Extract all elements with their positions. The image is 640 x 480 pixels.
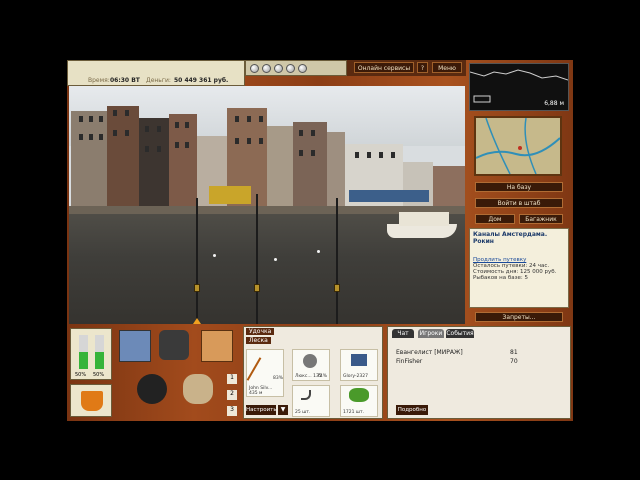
players-list: Евангелист [МИРАЖ] 81 FinFisher 70 (396, 349, 566, 367)
truck (209, 186, 251, 204)
to-base-button[interactable]: На базу (475, 182, 563, 192)
tackle-box-icon[interactable] (119, 330, 151, 362)
reel-icon (334, 284, 340, 292)
bait-icon (349, 388, 369, 402)
fishing-scene[interactable] (69, 86, 465, 324)
bait-ball-icon[interactable] (262, 64, 271, 73)
menu-button[interactable]: Меню (432, 62, 462, 73)
page-2-button[interactable]: 2 (227, 390, 237, 400)
list-item[interactable]: FinFisher 70 (396, 358, 566, 367)
right-gauge-bar (95, 335, 104, 369)
bait-ball-icon[interactable] (298, 64, 307, 73)
fish-bucket[interactable] (70, 384, 112, 417)
hook-icon (301, 390, 311, 400)
fishing-rod-2[interactable] (256, 194, 258, 324)
location-title: Каналы Амстердама. Рокин (473, 231, 548, 245)
bait-ball-icon[interactable] (274, 64, 283, 73)
left-gauge-fill (79, 352, 88, 369)
setup-button[interactable]: Настроить (246, 405, 277, 415)
boat (387, 224, 457, 238)
bottom-panel: 50% 50% 1 2 3 Удочка Леска 83% John Silv… (67, 324, 573, 421)
building (267, 126, 293, 206)
fishing-rod-1[interactable] (196, 198, 198, 324)
notebook-icon[interactable] (201, 330, 233, 362)
lure-icon (351, 354, 367, 366)
building (169, 114, 197, 206)
list-item[interactable]: Евангелист [МИРАЖ] 81 (396, 349, 566, 358)
reel-icon (254, 284, 260, 292)
tab-players[interactable]: Игроки (418, 329, 444, 338)
bans-button[interactable]: Запреты... (475, 312, 563, 322)
fishing-rod-3[interactable] (336, 198, 338, 324)
tram (349, 190, 429, 202)
building (107, 106, 139, 206)
location-info: Каналы Амстердама. Рокин Продлить путевк… (469, 228, 569, 308)
tab-rod[interactable]: Удочка (246, 328, 275, 335)
right-gauge-fill (95, 352, 104, 369)
bucket-icon (81, 391, 103, 411)
reel-icon (194, 284, 200, 292)
rod-tension-gauge: 50% 50% (70, 328, 112, 380)
boat-cabin (399, 212, 449, 226)
echo-sounder: 6,88 м (469, 63, 569, 111)
location-map[interactable] (474, 116, 562, 176)
time-label: Время: (88, 77, 110, 84)
tab-chat[interactable]: Чат (392, 329, 414, 338)
money-value: 50 449 361 руб. (174, 77, 229, 84)
map-canals-icon (475, 117, 561, 175)
anglers-count: Рыбаков на базе: 5 (473, 275, 528, 281)
right-gauge-value: 50% (93, 372, 105, 378)
reel-icon (303, 354, 317, 368)
help-button[interactable]: ? (417, 62, 428, 73)
enter-hq-button[interactable]: Войти в штаб (475, 198, 563, 208)
money-label: Деньги: (146, 77, 171, 84)
online-services-button[interactable]: Онлайн сервисы (354, 62, 414, 73)
building (327, 132, 345, 206)
tackle-panel: Удочка Леска 83% John Silv... 435 м Люкс… (243, 326, 383, 419)
more-button[interactable]: Подробно (396, 405, 428, 415)
tab-events[interactable]: События (446, 329, 474, 338)
bait-bag-icon[interactable] (183, 374, 213, 404)
bait-slots (245, 60, 347, 76)
bait-slot[interactable]: 1721 шт. (340, 385, 378, 417)
hook-slot[interactable]: 25 шт. (292, 385, 330, 417)
bait-ball-icon[interactable] (286, 64, 295, 73)
building (433, 166, 465, 206)
luggage-button[interactable]: Багажник (519, 214, 563, 224)
left-gauge-bar (79, 335, 88, 369)
left-gauge-value: 50% (75, 372, 87, 378)
lure-slot[interactable]: Glory-2327 (340, 349, 378, 381)
float-marker[interactable] (213, 254, 216, 257)
rod-slot[interactable]: 83% John Silv... 435 м (246, 349, 284, 397)
dropdown-arrow-icon[interactable]: ▼ (278, 405, 288, 415)
right-panel: 6,88 м На базу Войти в штаб Дом Багажник… (465, 60, 573, 324)
top-menu: Онлайн сервисы ? Меню (347, 60, 466, 76)
backpack-icon[interactable] (159, 330, 189, 360)
time-value: 06:30 ВТ (110, 77, 140, 84)
float-marker[interactable] (274, 258, 277, 261)
rod-icon (246, 357, 262, 381)
page-1-button[interactable]: 1 (227, 374, 237, 384)
building (139, 118, 169, 206)
reel-slot[interactable]: Люкс... 135 74% (292, 349, 330, 381)
page-3-button[interactable]: 3 (227, 406, 237, 416)
bait-ball-icon[interactable] (250, 64, 259, 73)
chat-panel: Чат Игроки События Евангелист [МИРАЖ] 81… (387, 326, 571, 419)
cauldron-icon[interactable] (137, 374, 167, 404)
depth-readout: 6,88 м (544, 100, 564, 107)
home-button[interactable]: Дом (475, 214, 515, 224)
status-panel: Время: 06:30 ВТ Деньги: 50 449 361 руб. (67, 60, 245, 86)
tab-line[interactable]: Леска (246, 337, 271, 344)
inventory: 1 2 3 (115, 326, 239, 419)
game-window: Время: 06:30 ВТ Деньги: 50 449 361 руб. … (67, 60, 573, 421)
float-marker[interactable] (317, 250, 320, 253)
